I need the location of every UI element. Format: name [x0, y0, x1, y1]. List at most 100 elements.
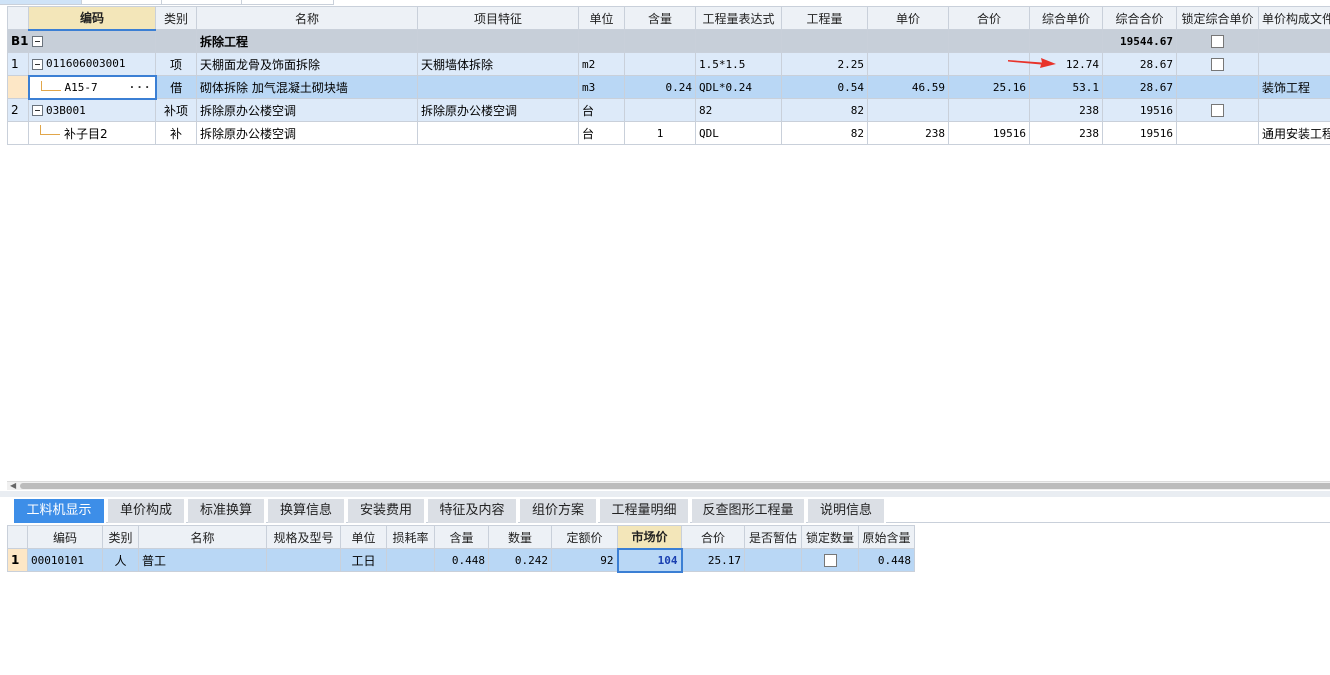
file-cell[interactable]: 通用安装工程 [1258, 121, 1330, 145]
tab-description-info[interactable]: 说明信息 [808, 499, 886, 523]
more-options-icon[interactable]: ··· [129, 81, 152, 94]
unit-cell[interactable]: 工日 [340, 548, 387, 572]
content-cell[interactable]: 1 [624, 121, 696, 145]
comp-amount-cell[interactable]: 28.67 [1102, 75, 1177, 99]
section-name[interactable]: 拆除工程 [196, 29, 418, 53]
lock-checkbox[interactable] [1211, 104, 1224, 117]
col-header-type[interactable]: 类别 [155, 6, 197, 30]
col-header-lock[interactable]: 锁定综合单价 [1176, 6, 1259, 30]
name-cell[interactable]: 天棚面龙骨及饰面拆除 [196, 52, 418, 76]
collapse-toggle-icon[interactable] [32, 36, 43, 48]
qty-cell[interactable]: 82 [781, 98, 868, 122]
comp-amount-cell[interactable]: 19516 [1102, 121, 1177, 145]
table-row[interactable]: 1 00010101 人 普工 工日 0.448 0.242 92 104 25… [7, 547, 915, 573]
col-header-spec[interactable]: 规格及型号 [266, 525, 341, 549]
expr-cell[interactable]: 82 [695, 98, 782, 122]
qty-cell[interactable]: 0.242 [488, 548, 552, 572]
qty-cell[interactable]: 0.54 [781, 75, 868, 99]
col-header-price[interactable]: 单价 [867, 6, 949, 30]
unit-cell[interactable]: m3 [578, 75, 625, 99]
top-tab-segment[interactable] [242, 0, 334, 5]
tab-labor-material-machine[interactable]: 工料机显示 [14, 499, 106, 523]
col-header-file[interactable]: 单价构成文件 [1258, 6, 1330, 30]
col-header-code[interactable]: 编码 [27, 525, 103, 549]
code-cell[interactable]: 03B001 [28, 98, 156, 122]
lock-checkbox[interactable] [1211, 58, 1224, 71]
tab-installation-fee[interactable]: 安装费用 [348, 499, 426, 523]
expr-cell[interactable]: 1.5*1.5 [695, 52, 782, 76]
file-cell[interactable] [1258, 98, 1330, 122]
table-row[interactable]: 2 03B001 补项 拆除原办公楼空调 拆除原办公楼空调 台 82 82 23… [7, 98, 1330, 122]
col-header-amount[interactable]: 合价 [681, 525, 745, 549]
tab-pricing-plan[interactable]: 组价方案 [520, 499, 598, 523]
code-cell[interactable]: 补子目2 [28, 121, 156, 145]
price-cell[interactable]: 238 [867, 121, 949, 145]
tab-unit-price-composition[interactable]: 单价构成 [108, 499, 186, 523]
type-cell[interactable]: 人 [102, 548, 139, 572]
collapse-toggle-icon[interactable] [32, 58, 43, 70]
col-header-comp-amount[interactable]: 综合合价 [1102, 6, 1177, 30]
top-tab-segment[interactable] [0, 0, 82, 5]
name-cell[interactable]: 砌体拆除 加气混凝土砌块墙 [196, 75, 418, 99]
col-header-comp-price[interactable]: 综合单价 [1029, 6, 1103, 30]
top-tab-segment[interactable] [82, 0, 162, 5]
col-header-lock-qty[interactable]: 锁定数量 [801, 525, 859, 549]
col-header-name[interactable]: 名称 [196, 6, 418, 30]
comp-price-cell[interactable]: 238 [1029, 98, 1103, 122]
amount-cell[interactable] [948, 98, 1030, 122]
comp-price-cell[interactable]: 53.1 [1029, 75, 1103, 99]
amount-cell[interactable]: 25.17 [681, 548, 745, 572]
comp-price-cell[interactable]: 238 [1029, 121, 1103, 145]
quota-price-cell[interactable]: 92 [551, 548, 618, 572]
price-cell[interactable] [867, 98, 949, 122]
code-cell[interactable]: 00010101 [27, 548, 103, 572]
col-header-content[interactable]: 含量 [624, 6, 696, 30]
lock-qty-checkbox[interactable] [823, 554, 837, 567]
name-cell[interactable]: 拆除原办公楼空调 [196, 98, 418, 122]
type-cell[interactable]: 借 [155, 75, 197, 99]
tab-quantity-details[interactable]: 工程量明细 [600, 499, 690, 523]
col-header-type[interactable]: 类别 [102, 525, 139, 549]
spec-cell[interactable] [266, 548, 341, 572]
type-cell[interactable]: 项 [155, 52, 197, 76]
top-tab-segment[interactable] [162, 0, 242, 5]
lock-checkbox[interactable] [1211, 35, 1224, 48]
qty-cell[interactable]: 82 [781, 121, 868, 145]
content-cell[interactable]: 0.448 [434, 548, 489, 572]
table-row[interactable]: 补子目2 补 拆除原办公楼空调 台 1 QDL 82 238 19516 238… [7, 121, 1330, 145]
col-header-expr[interactable]: 工程量表达式 [695, 6, 782, 30]
col-header-estimate[interactable]: 是否暂估 [744, 525, 802, 549]
table-row[interactable]: A15-7 ··· 借 砌体拆除 加气混凝土砌块墙 m3 0.24 QDL*0.2… [7, 74, 1330, 100]
type-cell[interactable]: 补项 [155, 98, 197, 122]
col-header-loss[interactable]: 损耗率 [386, 525, 435, 549]
file-cell[interactable] [1258, 52, 1330, 76]
type-cell[interactable]: 补 [155, 121, 197, 145]
expr-cell[interactable]: QDL [695, 121, 782, 145]
feature-cell[interactable]: 拆除原办公楼空调 [417, 98, 579, 122]
code-cell[interactable]: 011606003001 [28, 52, 156, 76]
scroll-left-icon[interactable]: ◀ [10, 482, 16, 490]
orig-content-cell[interactable]: 0.448 [858, 548, 915, 572]
code-cell[interactable]: A15-7 ··· [27, 74, 157, 100]
table-row[interactable]: 1 011606003001 项 天棚面龙骨及饰面拆除 天棚墙体拆除 m2 1.… [7, 52, 1330, 76]
collapse-toggle-icon[interactable] [32, 105, 43, 117]
content-cell[interactable]: 0.24 [624, 75, 696, 99]
tab-reverse-graphic-quantity[interactable]: 反查图形工程量 [692, 499, 806, 523]
unit-cell[interactable]: m2 [578, 52, 625, 76]
unit-cell[interactable]: 台 [578, 121, 625, 145]
qty-cell[interactable]: 2.25 [781, 52, 868, 76]
unit-cell[interactable]: 台 [578, 98, 625, 122]
comp-amount-cell[interactable]: 28.67 [1102, 52, 1177, 76]
pane-splitter[interactable] [0, 491, 1330, 497]
col-header-qty[interactable]: 数量 [488, 525, 552, 549]
col-header-feature[interactable]: 项目特征 [417, 6, 579, 30]
expr-cell[interactable]: QDL*0.24 [695, 75, 782, 99]
col-header-code[interactable]: 编码 [28, 6, 156, 31]
amount-cell[interactable]: 25.16 [948, 75, 1030, 99]
col-header-qty[interactable]: 工程量 [781, 6, 868, 30]
feature-cell[interactable] [417, 121, 579, 145]
tree-cell[interactable] [28, 29, 156, 53]
name-cell[interactable]: 普工 [138, 548, 267, 572]
col-header-orig-content[interactable]: 原始含量 [858, 525, 915, 549]
section-row[interactable]: B1 拆除工程 19544.67 [7, 29, 1330, 53]
